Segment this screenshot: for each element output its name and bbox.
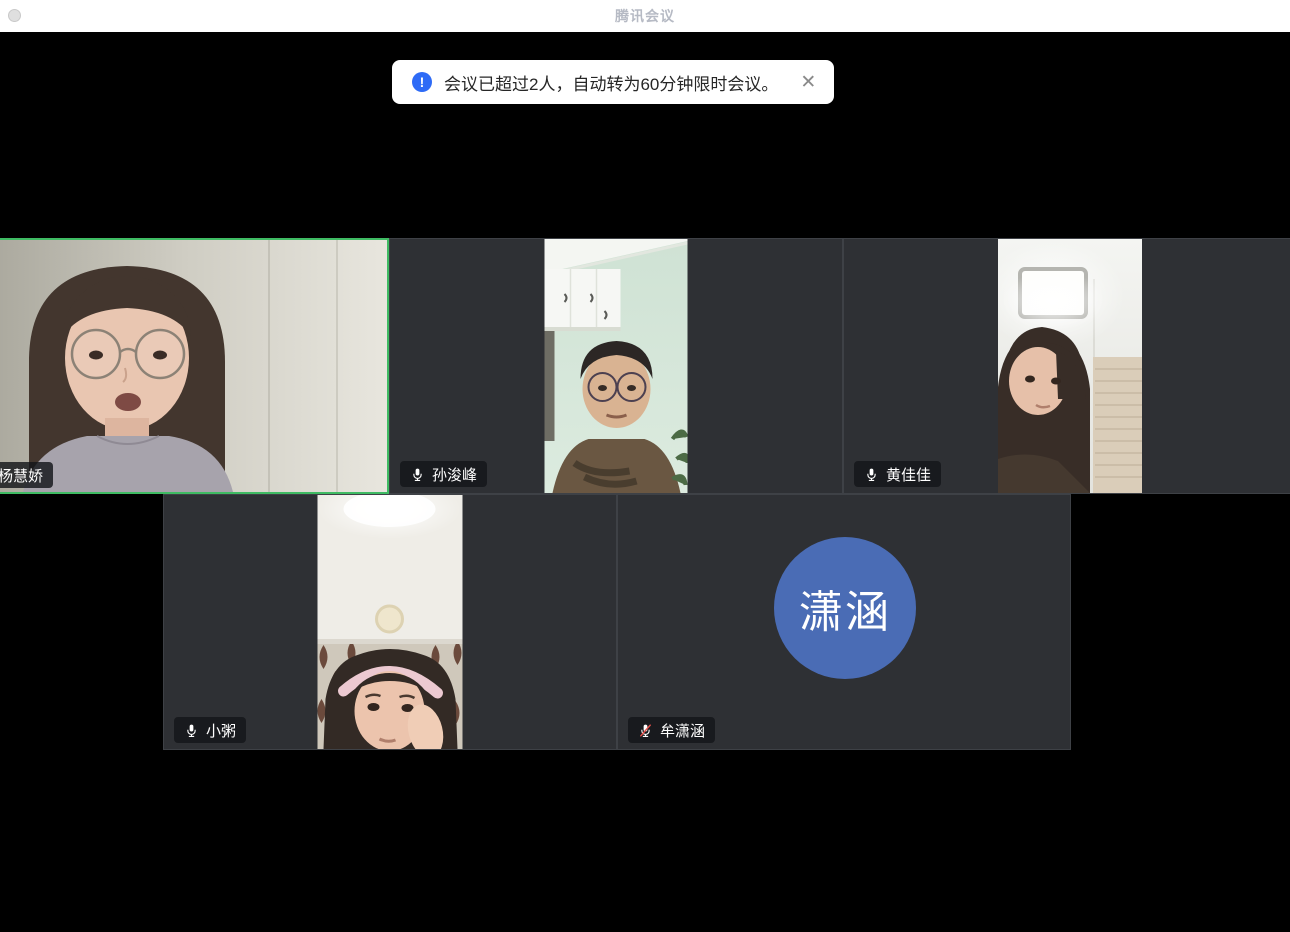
mic-on-icon [864,467,879,482]
participant-name-tag: 孙浚峰 [400,461,487,487]
banner-close-button[interactable]: ✕ [796,71,820,94]
video-feed [545,239,688,493]
avatar: 潇涵 [774,537,916,679]
participant-name-tag: 黄佳佳 [854,461,941,487]
meeting-window: 腾讯会议 ! 会议已超过2人，自动转为60分钟限时会议。 ✕ [0,0,1290,932]
video-feed [998,239,1142,493]
mic-on-icon [184,723,199,738]
video-tile-3[interactable]: 黄佳佳 [843,238,1290,494]
participant-name: 杨慧娇 [0,465,43,486]
participant-name-tag: 牟潇涵 [628,717,715,743]
video-feed [0,240,387,492]
notification-banner: ! 会议已超过2人，自动转为60分钟限时会议。 ✕ [392,60,834,104]
participant-name: 孙浚峰 [432,464,477,485]
avatar-initials: 潇涵 [799,576,891,640]
window-title: 腾讯会议 [0,0,1290,32]
participant-name: 黄佳佳 [886,464,931,485]
participant-name-tag: 杨慧娇 [0,462,53,488]
video-grid: 杨慧娇 [0,238,1290,750]
info-icon: ! [412,72,432,92]
mic-muted-icon [638,723,653,738]
close-icon: ✕ [800,72,816,93]
video-tile-4[interactable]: 小粥 [163,494,617,750]
video-tile-1[interactable]: 杨慧娇 [0,238,389,494]
video-tile-2[interactable]: 孙浚峰 [389,238,843,494]
mic-on-icon [410,467,425,482]
window-titlebar: 腾讯会议 [0,0,1290,32]
banner-text: 会议已超过2人，自动转为60分钟限时会议。 [444,70,778,95]
participant-name-tag: 小粥 [174,717,246,743]
meeting-stage: ! 会议已超过2人，自动转为60分钟限时会议。 ✕ [0,32,1290,932]
participant-name: 牟潇涵 [660,720,705,741]
participant-name: 小粥 [206,720,236,741]
video-feed [318,495,463,749]
video-tile-5[interactable]: 潇涵 牟潇涵 [617,494,1071,750]
